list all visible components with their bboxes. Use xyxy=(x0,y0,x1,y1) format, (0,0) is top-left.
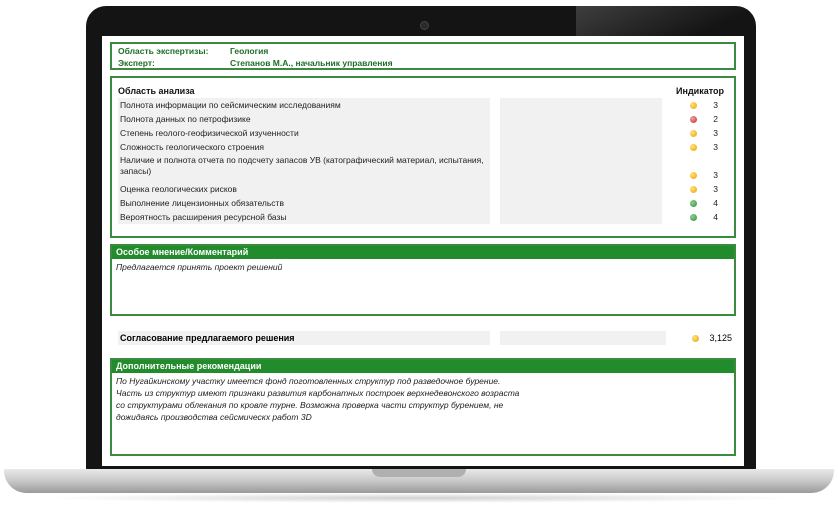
expertise-area-row: Область экспертизы: Геология xyxy=(118,45,728,57)
analysis-row-value: 4 xyxy=(713,212,718,222)
indicator-header: Индикатор xyxy=(676,86,724,96)
analysis-row-value: 4 xyxy=(713,198,718,208)
expertise-area-label: Область экспертизы: xyxy=(118,46,209,56)
recommendation-line: дожидаясь производства сейсмическх работ… xyxy=(116,412,312,422)
opinion-text: Предлагается принять проект решений xyxy=(116,262,283,272)
expert-value: Степанов М.А., начальник управления xyxy=(230,58,393,68)
analysis-row-label: Выполнение лицензионных обязательств xyxy=(118,196,490,210)
status-dot-icon xyxy=(690,115,698,123)
analysis-row: Наличие и полнота отчета по подсчету зап… xyxy=(118,154,728,182)
expertise-header: Область экспертизы: Геология Эксперт: Ст… xyxy=(110,42,736,70)
laptop-screen: Область экспертизы: Геология Эксперт: Ст… xyxy=(102,36,744,466)
opinion-section: Особое мнение/Комментарий Предлагается п… xyxy=(110,244,736,316)
recommendations-title: Дополнительные рекомендации xyxy=(112,360,734,373)
analysis-row: Полнота данных по петрофизике 2 xyxy=(118,112,728,126)
status-dot-icon xyxy=(690,199,698,207)
agreement-label: Согласование предлагаемого решения xyxy=(118,331,490,345)
analysis-row-value: 3 xyxy=(713,170,718,180)
analysis-row-label: Наличие и полнота отчета по подсчету зап… xyxy=(118,154,490,182)
analysis-row-value: 3 xyxy=(713,184,718,194)
recommendations-text: По Нугайкинскому участку имеется фонд по… xyxy=(112,373,734,425)
analysis-row-value: 3 xyxy=(713,142,718,152)
laptop-shadow xyxy=(40,493,800,503)
status-dot-icon xyxy=(690,171,698,179)
status-dot-icon xyxy=(690,143,698,151)
agreement-row: Согласование предлагаемого решения 3,125 xyxy=(118,331,736,345)
opinion-title: Особое мнение/Комментарий xyxy=(112,246,734,259)
recommendation-line: Часть из структур имеют признаки развити… xyxy=(116,388,520,398)
analysis-row-label: Вероятность расширения ресурсной базы xyxy=(118,210,490,224)
analysis-row-label: Полнота информации по сейсмическим иссле… xyxy=(118,98,490,112)
analysis-row: Сложность геологического строения 3 xyxy=(118,140,728,154)
recommendation-line: со структурами облекания по кровле турне… xyxy=(116,400,504,410)
expert-row: Эксперт: Степанов М.А., начальник управл… xyxy=(118,57,728,69)
analysis-row-value: 2 xyxy=(713,114,718,124)
status-dot-icon xyxy=(690,101,698,109)
laptop-notch xyxy=(372,469,466,477)
analysis-row: Полнота информации по сейсмическим иссле… xyxy=(118,98,728,112)
analysis-row: Степень геолого-геофизической изученност… xyxy=(118,126,728,140)
status-dot-icon xyxy=(690,185,698,193)
analysis-row-value: 3 xyxy=(713,100,718,110)
expertise-area-value: Геология xyxy=(230,46,269,56)
analysis-section: Область анализа Индикатор Полнота информ… xyxy=(110,76,736,238)
expert-label: Эксперт: xyxy=(118,58,155,68)
status-dot-icon xyxy=(690,129,698,137)
recommendation-line: По Нугайкинскому участку имеется фонд по… xyxy=(116,376,501,386)
camera-icon xyxy=(420,21,429,30)
analysis-row-label: Оценка геологических рисков xyxy=(118,182,490,196)
recommendations-section: Дополнительные рекомендации По Нугайкинс… xyxy=(110,358,736,456)
analysis-row: Выполнение лицензионных обязательств 4 xyxy=(118,196,728,210)
analysis-row: Оценка геологических рисков 3 xyxy=(118,182,728,196)
laptop-lid: Область экспертизы: Геология Эксперт: Ст… xyxy=(86,6,756,472)
status-dot-icon xyxy=(690,213,698,221)
analysis-row: Вероятность расширения ресурсной базы 4 xyxy=(118,210,728,224)
analysis-row-label: Степень геолого-геофизической изученност… xyxy=(118,126,490,140)
analysis-row-value: 3 xyxy=(713,128,718,138)
analysis-rows: Полнота информации по сейсмическим иссле… xyxy=(118,98,728,224)
analysis-row-label: Сложность геологического строения xyxy=(118,140,490,154)
analysis-header-row: Область анализа Индикатор xyxy=(118,84,728,98)
analysis-title: Область анализа xyxy=(118,86,195,96)
status-dot-icon xyxy=(692,334,700,342)
agreement-value: 3,125 xyxy=(709,333,732,343)
analysis-row-label: Полнота данных по петрофизике xyxy=(118,112,490,126)
